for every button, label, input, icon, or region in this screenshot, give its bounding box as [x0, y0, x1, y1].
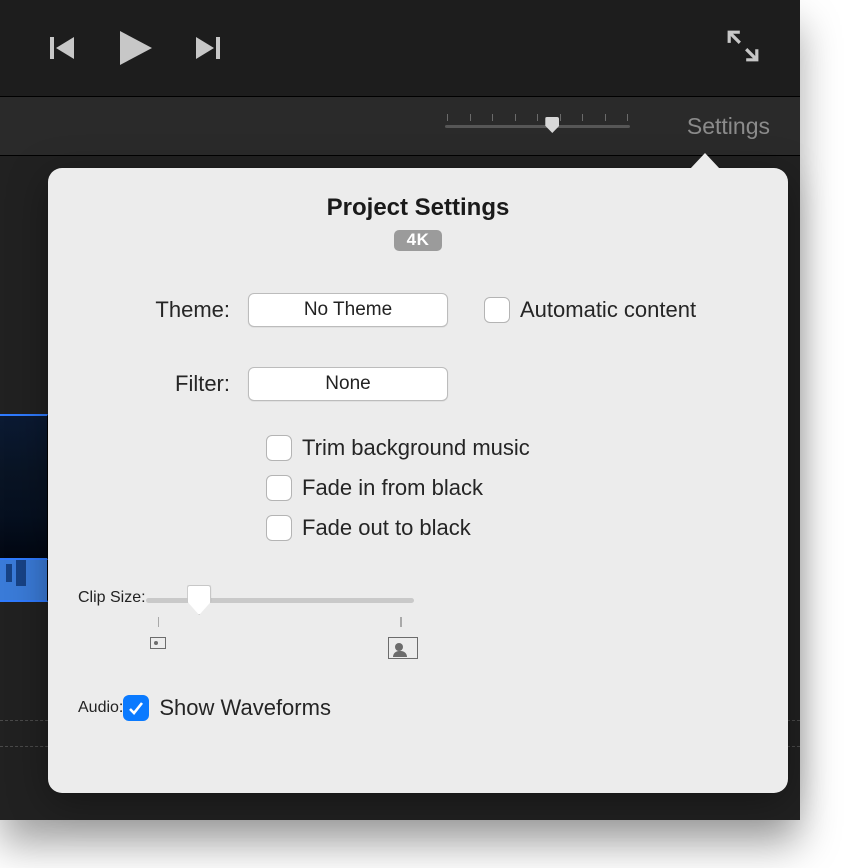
clip-size-slider[interactable] [146, 589, 414, 661]
clip-size-label: Clip Size: [78, 589, 146, 607]
filter-row: Filter: None [78, 367, 758, 401]
fade-in-checkbox[interactable] [266, 475, 292, 501]
resolution-badge: 4K [394, 230, 442, 251]
settings-form: Theme: No Theme Automatic content Filter… [78, 293, 758, 721]
theme-row: Theme: No Theme Automatic content [78, 293, 758, 327]
show-waveforms-checkbox[interactable] [123, 695, 149, 721]
zoom-slider-track [445, 125, 630, 128]
show-waveforms-label: Show Waveforms [159, 695, 331, 721]
fullscreen-icon[interactable] [726, 29, 760, 68]
filter-label: Filter: [78, 371, 248, 397]
thumbnail-large-icon [388, 637, 418, 659]
clip-audio-waveform[interactable] [0, 560, 48, 602]
zoom-slider-ticks [445, 114, 630, 122]
fade-out-label: Fade out to black [302, 515, 471, 541]
thumbnail-small-icon [150, 637, 166, 649]
popover-arrow [690, 153, 720, 169]
project-settings-popover: Project Settings 4K Theme: No Theme Auto… [48, 168, 788, 793]
automatic-content-checkbox[interactable] [484, 297, 510, 323]
clip-size-tick-max [400, 617, 402, 627]
trim-music-checkbox[interactable] [266, 435, 292, 461]
playback-controls [50, 29, 220, 67]
settings-button[interactable]: Settings [687, 113, 770, 140]
play-icon[interactable] [116, 29, 154, 67]
trim-music-label: Trim background music [302, 435, 530, 461]
zoom-slider-thumb[interactable] [545, 117, 559, 133]
zoom-slider[interactable] [445, 114, 630, 138]
theme-select[interactable]: No Theme [248, 293, 448, 327]
automatic-content-label: Automatic content [520, 297, 696, 323]
clip-size-tick-min [158, 617, 160, 627]
theme-label: Theme: [78, 297, 248, 323]
playback-bar [0, 0, 800, 96]
fade-in-label: Fade in from black [302, 475, 483, 501]
clip-size-row: Clip Size: [78, 589, 758, 661]
fade-out-checkbox[interactable] [266, 515, 292, 541]
filter-select[interactable]: None [248, 367, 448, 401]
clip-size-track [146, 598, 414, 603]
popover-title: Project Settings [78, 194, 758, 222]
audio-label: Audio: [78, 699, 123, 717]
app-window: Settings Project Settings 4K Theme: No T… [0, 0, 800, 820]
prev-track-icon[interactable] [50, 35, 76, 61]
next-track-icon[interactable] [194, 35, 220, 61]
timeline-toolbar: Settings [0, 96, 800, 156]
clip-size-thumb[interactable] [187, 585, 211, 615]
audio-row: Audio: Show Waveforms [78, 695, 758, 721]
playback-options: Trim background music Fade in from black… [266, 435, 758, 541]
clip-thumbnail[interactable] [0, 414, 48, 560]
